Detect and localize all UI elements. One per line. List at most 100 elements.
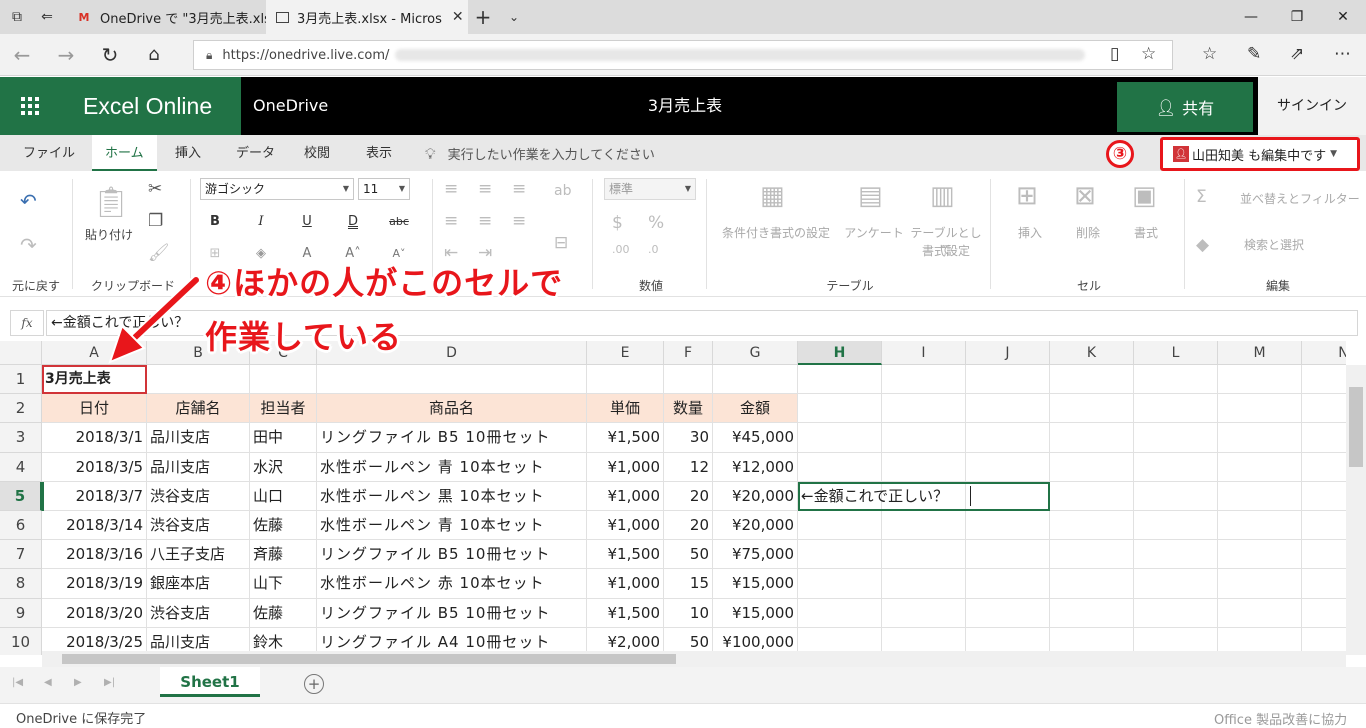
share-button[interactable]: 👤︎ 共有 xyxy=(1117,82,1253,132)
cell[interactable]: 10 xyxy=(664,598,713,628)
column-header[interactable]: I xyxy=(882,341,966,365)
cell[interactable] xyxy=(882,423,966,453)
cell[interactable]: ¥1,500 xyxy=(587,540,664,570)
cell[interactable] xyxy=(966,598,1050,628)
cell[interactable] xyxy=(882,365,966,395)
back-icon[interactable]: ← xyxy=(8,42,36,68)
share-page-icon[interactable]: ⇗ xyxy=(1290,44,1304,64)
font-size-select[interactable]: 11 ▼ xyxy=(358,178,410,200)
sheet-tab[interactable]: Sheet1 xyxy=(160,667,260,697)
row-header[interactable]: 5 xyxy=(0,481,42,511)
cell[interactable]: 銀座本店 xyxy=(147,569,250,599)
undo-icon[interactable]: ↶ xyxy=(20,189,37,213)
cell[interactable] xyxy=(1302,599,1346,628)
cell[interactable] xyxy=(966,365,1050,395)
align-center-icon[interactable]: ≡ xyxy=(478,211,492,231)
currency-icon[interactable]: $ xyxy=(612,213,623,233)
cell[interactable] xyxy=(1050,423,1134,453)
cell[interactable] xyxy=(966,569,1050,599)
cell[interactable]: リングファイル B5 10冊セット xyxy=(317,540,587,570)
cell[interactable]: 水性ボールペン 黒 10本セット xyxy=(317,481,587,511)
font-name-select[interactable]: 游ゴシック ▼ xyxy=(200,178,354,200)
cell[interactable] xyxy=(1050,365,1134,395)
signin-button[interactable]: サインイン xyxy=(1258,77,1366,135)
browser-tab-gmail[interactable]: M OneDrive で "3月売上表.xlsx xyxy=(66,0,266,34)
cell[interactable]: リングファイル B5 10冊セット xyxy=(317,598,587,628)
tell-me-search[interactable]: 💡︎ 実行したい作業を入力してください xyxy=(425,135,655,171)
delete-label[interactable]: 削除 xyxy=(1064,225,1112,242)
merge-cells-icon[interactable]: ⊟ xyxy=(554,233,568,253)
cell[interactable]: 2018/3/1 xyxy=(42,423,147,453)
redo-icon[interactable]: ↷ xyxy=(20,233,37,257)
home-icon[interactable]: ⌂ xyxy=(140,42,168,68)
add-sheet-icon[interactable]: + xyxy=(304,674,324,694)
cell[interactable]: ¥12,000 xyxy=(713,452,798,482)
cell[interactable]: 2018/3/16 xyxy=(42,540,147,570)
cell[interactable] xyxy=(798,540,882,570)
cell[interactable] xyxy=(1218,569,1302,599)
double-underline-icon[interactable]: D xyxy=(342,211,364,233)
cell[interactable] xyxy=(1302,569,1346,599)
column-header[interactable]: H xyxy=(798,341,882,365)
column-header[interactable]: F xyxy=(664,341,713,365)
cell[interactable]: 20 xyxy=(664,511,713,541)
cell[interactable]: ¥1,000 xyxy=(587,452,664,482)
row-header[interactable]: 3 xyxy=(0,423,42,453)
tab-home[interactable]: ホーム xyxy=(92,135,157,171)
restore-icon[interactable]: ❐ xyxy=(1274,0,1320,34)
paste-label[interactable]: 貼り付け xyxy=(82,227,136,244)
number-format-select[interactable]: 標準 ▼ xyxy=(604,178,696,200)
column-header[interactable]: J xyxy=(966,341,1050,365)
cell[interactable] xyxy=(1050,540,1134,570)
cell[interactable]: 山下 xyxy=(250,569,317,599)
cell[interactable]: 渋谷支店 xyxy=(147,598,250,628)
align-bottom-icon[interactable]: ≡ xyxy=(512,179,526,199)
breadcrumb-onedrive[interactable]: OneDrive xyxy=(253,77,328,135)
cell[interactable] xyxy=(882,569,966,599)
cell[interactable] xyxy=(966,423,1050,453)
cell[interactable]: ¥75,000 xyxy=(713,540,798,570)
column-header[interactable]: E xyxy=(587,341,664,365)
forward-icon[interactable]: → xyxy=(52,42,80,68)
last-sheet-icon[interactable]: ▶| xyxy=(104,677,115,688)
app-launcher-icon[interactable] xyxy=(0,77,60,135)
cell[interactable]: 水性ボールペン 赤 10本セット xyxy=(317,569,587,599)
cell[interactable] xyxy=(882,394,966,424)
cell[interactable] xyxy=(1134,569,1218,599)
cell[interactable]: 2018/3/5 xyxy=(42,452,147,482)
chevron-down-icon[interactable]: ⌄ xyxy=(503,6,525,28)
cell[interactable]: ¥1,000 xyxy=(587,511,664,541)
header-cell[interactable]: 金額 xyxy=(713,394,798,424)
cell[interactable]: 20 xyxy=(664,481,713,511)
cell[interactable]: 水性ボールペン 青 10本セット xyxy=(317,452,587,482)
minimize-icon[interactable]: — xyxy=(1228,0,1274,34)
cell[interactable] xyxy=(1218,540,1302,570)
favorites-hub-icon[interactable]: ☆ xyxy=(1202,44,1217,64)
cell[interactable] xyxy=(1050,511,1134,541)
row-header[interactable]: 6 xyxy=(0,511,42,541)
new-tab-icon[interactable]: + xyxy=(472,6,494,28)
cell[interactable] xyxy=(1302,511,1346,541)
column-header[interactable]: N xyxy=(1302,341,1346,365)
cell[interactable] xyxy=(1050,598,1134,628)
format-painter-icon[interactable]: 🖌︎ xyxy=(148,243,170,263)
cell[interactable] xyxy=(664,365,713,395)
cell[interactable]: 15 xyxy=(664,569,713,599)
row-header[interactable]: 1 xyxy=(0,365,42,395)
cell[interactable] xyxy=(798,365,882,395)
vertical-scrollbar[interactable] xyxy=(1346,365,1366,655)
copy-icon[interactable]: ❐ xyxy=(148,211,163,231)
cell[interactable]: ¥45,000 xyxy=(713,423,798,453)
wrap-text-icon[interactable]: ab xyxy=(554,183,571,199)
row-header[interactable]: 4 xyxy=(0,452,42,482)
italic-icon[interactable]: I xyxy=(250,211,272,233)
cell[interactable] xyxy=(966,540,1050,570)
cell[interactable] xyxy=(798,569,882,599)
cell[interactable]: 品川支店 xyxy=(147,423,250,453)
conditional-format-label[interactable]: 条件付き書式の設定 xyxy=(714,225,838,242)
next-sheet-icon[interactable]: ▶ xyxy=(74,677,82,688)
row-header[interactable]: 8 xyxy=(0,569,42,599)
find-select-label[interactable]: 検索と選択 xyxy=(1244,237,1344,254)
cell[interactable] xyxy=(966,511,1050,541)
underline-icon[interactable]: U xyxy=(296,211,318,233)
